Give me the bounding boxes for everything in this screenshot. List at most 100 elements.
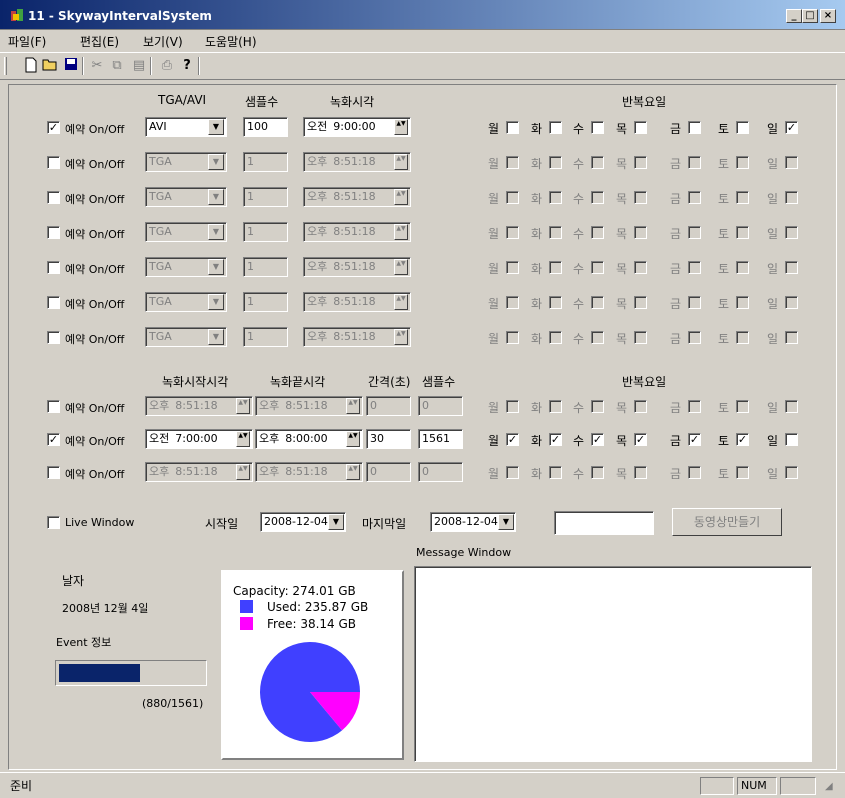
- type-dropdown-icon[interactable]: ▼: [208, 224, 224, 240]
- interval-day-checkbox[interactable]: [506, 466, 519, 479]
- end-time-spinner[interactable]: ▲▼: [346, 398, 360, 414]
- reservation-day-checkbox[interactable]: [549, 156, 562, 169]
- interval-day-checkbox[interactable]: ✓: [506, 433, 519, 446]
- samples-input[interactable]: 1: [243, 222, 288, 242]
- save-icon[interactable]: [62, 57, 80, 75]
- type-dropdown-icon[interactable]: ▼: [208, 259, 224, 275]
- live-window-checkbox[interactable]: [47, 516, 60, 529]
- interval-samples-input[interactable]: 0: [418, 462, 463, 482]
- reservation-day-checkbox[interactable]: [634, 156, 647, 169]
- reservation-day-checkbox[interactable]: [549, 331, 562, 344]
- close-button[interactable]: ×: [820, 9, 836, 23]
- samples-input[interactable]: 100: [243, 117, 288, 137]
- reservation-day-checkbox[interactable]: [736, 226, 749, 239]
- help-icon[interactable]: ?: [178, 57, 196, 75]
- interval-day-checkbox[interactable]: ✓: [688, 433, 701, 446]
- interval-day-checkbox[interactable]: [591, 466, 604, 479]
- interval-day-checkbox[interactable]: [785, 400, 798, 413]
- reservation-checkbox[interactable]: [47, 261, 60, 274]
- interval-day-checkbox[interactable]: ✓: [549, 433, 562, 446]
- reservation-day-checkbox[interactable]: [549, 121, 562, 134]
- type-dropdown-icon[interactable]: ▼: [208, 189, 224, 205]
- reservation-day-checkbox[interactable]: [785, 226, 798, 239]
- interval-day-checkbox[interactable]: [736, 466, 749, 479]
- interval-day-checkbox[interactable]: [634, 400, 647, 413]
- reservation-day-checkbox[interactable]: ✓: [785, 121, 798, 134]
- interval-day-checkbox[interactable]: [634, 466, 647, 479]
- make-video-input[interactable]: [554, 511, 654, 535]
- reservation-day-checkbox[interactable]: [506, 226, 519, 239]
- reservation-checkbox[interactable]: [47, 331, 60, 344]
- reservation-day-checkbox[interactable]: [506, 156, 519, 169]
- end-time-spinner[interactable]: ▲▼: [346, 431, 360, 447]
- new-file-icon[interactable]: [22, 57, 40, 75]
- interval-day-checkbox[interactable]: [688, 466, 701, 479]
- reservation-day-checkbox[interactable]: [549, 191, 562, 204]
- time-spinner[interactable]: ▲▼: [394, 294, 408, 310]
- reservation-day-checkbox[interactable]: [736, 331, 749, 344]
- interval-day-checkbox[interactable]: ✓: [591, 433, 604, 446]
- reservation-day-checkbox[interactable]: [785, 331, 798, 344]
- menu-edit[interactable]: 편집(E): [80, 33, 119, 50]
- reservation-day-checkbox[interactable]: [549, 261, 562, 274]
- reservation-day-checkbox[interactable]: [688, 121, 701, 134]
- interval-day-checkbox[interactable]: ✓: [634, 433, 647, 446]
- type-dropdown-icon[interactable]: ▼: [208, 294, 224, 310]
- interval-seconds-input[interactable]: 30: [366, 429, 411, 449]
- copy-icon[interactable]: ⧉: [108, 57, 126, 75]
- reservation-day-checkbox[interactable]: [506, 121, 519, 134]
- samples-input[interactable]: 1: [243, 292, 288, 312]
- interval-checkbox[interactable]: ✓: [47, 433, 60, 446]
- reservation-day-checkbox[interactable]: [688, 331, 701, 344]
- start-time-spinner[interactable]: ▲▼: [236, 398, 250, 414]
- type-dropdown-icon[interactable]: ▼: [208, 119, 224, 135]
- reservation-day-checkbox[interactable]: [736, 121, 749, 134]
- reservation-day-checkbox[interactable]: [688, 226, 701, 239]
- message-window[interactable]: [414, 566, 812, 762]
- reservation-day-checkbox[interactable]: [634, 296, 647, 309]
- start-time-spinner[interactable]: ▲▼: [236, 464, 250, 480]
- end-date-dropdown[interactable]: ▼: [498, 514, 514, 530]
- reservation-day-checkbox[interactable]: [736, 156, 749, 169]
- reservation-day-checkbox[interactable]: [785, 156, 798, 169]
- reservation-day-checkbox[interactable]: [506, 261, 519, 274]
- start-date-dropdown[interactable]: ▼: [328, 514, 344, 530]
- open-folder-icon[interactable]: [41, 57, 59, 75]
- reservation-day-checkbox[interactable]: [688, 191, 701, 204]
- end-time-spinner[interactable]: ▲▼: [346, 464, 360, 480]
- time-spinner[interactable]: ▲▼: [394, 259, 408, 275]
- interval-day-checkbox[interactable]: [591, 400, 604, 413]
- paste-icon[interactable]: ▤: [130, 57, 148, 75]
- reservation-day-checkbox[interactable]: [688, 296, 701, 309]
- start-time-spinner[interactable]: ▲▼: [236, 431, 250, 447]
- reservation-day-checkbox[interactable]: [634, 226, 647, 239]
- interval-day-checkbox[interactable]: [549, 400, 562, 413]
- reservation-day-checkbox[interactable]: [688, 156, 701, 169]
- title-bar[interactable]: 11 - SkywayIntervalSystem _ □ ×: [0, 0, 845, 30]
- reservation-day-checkbox[interactable]: [506, 296, 519, 309]
- interval-seconds-input[interactable]: 0: [366, 462, 411, 482]
- samples-input[interactable]: 1: [243, 257, 288, 277]
- reservation-checkbox[interactable]: [47, 156, 60, 169]
- reservation-day-checkbox[interactable]: [785, 261, 798, 274]
- print-icon[interactable]: ⎙: [158, 57, 176, 75]
- reservation-day-checkbox[interactable]: [549, 226, 562, 239]
- interval-checkbox[interactable]: [47, 400, 60, 413]
- interval-day-checkbox[interactable]: [785, 433, 798, 446]
- reservation-day-checkbox[interactable]: [591, 331, 604, 344]
- reservation-day-checkbox[interactable]: [785, 191, 798, 204]
- reservation-day-checkbox[interactable]: [591, 261, 604, 274]
- reservation-day-checkbox[interactable]: [634, 121, 647, 134]
- reservation-day-checkbox[interactable]: [591, 296, 604, 309]
- reservation-day-checkbox[interactable]: [785, 296, 798, 309]
- reservation-day-checkbox[interactable]: [549, 296, 562, 309]
- time-spinner[interactable]: ▲▼: [394, 189, 408, 205]
- resize-grip-icon[interactable]: ◢: [825, 781, 833, 792]
- reservation-day-checkbox[interactable]: [634, 331, 647, 344]
- reservation-day-checkbox[interactable]: [506, 331, 519, 344]
- time-spinner[interactable]: ▲▼: [394, 154, 408, 170]
- reservation-day-checkbox[interactable]: [591, 226, 604, 239]
- interval-samples-input[interactable]: 1561: [418, 429, 463, 449]
- interval-samples-input[interactable]: 0: [418, 396, 463, 416]
- samples-input[interactable]: 1: [243, 152, 288, 172]
